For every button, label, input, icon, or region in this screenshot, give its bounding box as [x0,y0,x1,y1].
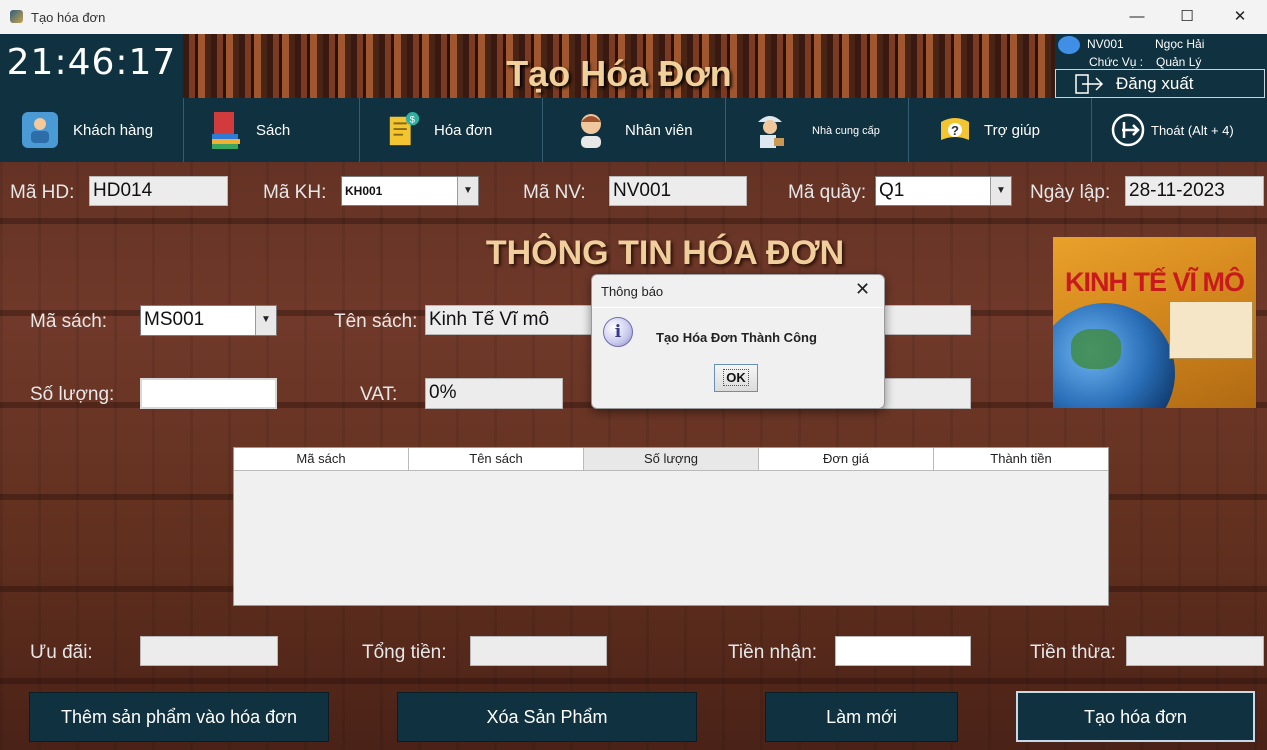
ma-quay-value: Q1 [879,180,905,201]
so-luong-label: Số lượng: [30,384,115,405]
vat-label: VAT: [360,384,398,405]
nav-item-exit[interactable]: Thoát (Alt + 4) [1092,98,1267,162]
chevron-down-icon[interactable]: ▼ [990,177,1011,205]
logout-label: Đăng xuất [1116,74,1194,93]
window-title: Tạo hóa đơn [31,10,106,25]
dialog-title: Thông báo [601,284,664,299]
tien-thua-label: Tiền thừa: [1030,642,1116,663]
nav-item-books[interactable]: Sách [184,98,360,162]
employee-icon [573,112,609,148]
column-header[interactable]: Tên sách [409,448,584,470]
nav-label: Nhà cung cấp [812,125,880,137]
ngay-lap-field[interactable]: 28-11-2023 [1125,176,1264,206]
ma-nv-field[interactable]: NV001 [609,176,747,206]
ten-sach-label: Tên sách: [334,311,418,332]
svg-text:?: ? [951,123,959,138]
user-role-label: Chức Vụ : [1089,55,1144,69]
uu-dai-field[interactable] [140,636,278,666]
ma-quay-select[interactable]: Q1 ▼ [875,176,1012,206]
clock: 21:46:17 [0,34,183,102]
user-name: Ngọc Hải [1155,37,1205,51]
nav-label: Hóa đơn [434,122,493,139]
nav-item-invoices[interactable]: $ Hóa đơn [360,98,543,162]
tien-thua-field[interactable] [1126,636,1264,666]
tien-nhan-input[interactable] [835,636,971,666]
ma-hd-field[interactable]: HD014 [89,176,228,206]
book-cover-title: KINH TẾ VĨ MÔ [1064,267,1245,297]
user-avatar-icon [1058,36,1080,54]
ngay-lap-label: Ngày lập: [1030,182,1111,203]
nav-label: Sách [256,122,291,139]
logout-button[interactable]: Đăng xuất [1055,69,1265,98]
ma-kh-value: KH001 [345,184,383,198]
ma-kh-select[interactable]: KH001 ▼ [341,176,479,206]
column-header[interactable]: Thành tiền [934,448,1108,470]
refresh-button[interactable]: Làm mới [765,692,958,742]
tien-nhan-label: Tiền nhận: [728,642,818,663]
column-header[interactable]: Mã sách [234,448,409,470]
nav-bar: Khách hàng Sách $ Hóa đơn Nhân viên Nhà … [0,98,1267,162]
nav-item-customers[interactable]: Khách hàng [0,98,184,162]
uu-dai-label: Ưu đãi: [30,642,93,663]
user-role: Quản Lý [1156,55,1202,69]
svg-text:$: $ [410,114,416,125]
nav-item-help[interactable]: ? Trợ giúp [909,98,1092,162]
logout-icon [1074,73,1108,100]
nav-item-suppliers[interactable]: Nhà cung cấp [726,98,909,162]
window-titlebar: Tạo hóa đơn — ☐ ✕ [0,0,1267,34]
ok-label: OK [723,369,749,386]
column-header[interactable]: Đơn giá [759,448,934,470]
exit-icon [1110,112,1146,148]
ma-quay-label: Mã quầy: [788,182,867,203]
column-header[interactable]: Số lượng [584,448,759,470]
minimize-button[interactable]: — [1114,0,1160,34]
create-invoice-button[interactable]: Tạo hóa đơn [1016,691,1255,742]
ma-sach-select[interactable]: MS001 ▼ [140,305,277,336]
nav-label: Khách hàng [73,122,154,139]
dialog-message: Tạo Hóa Đơn Thành Công [656,330,817,345]
vat-field[interactable]: 0% [425,378,563,409]
ma-hd-label: Mã HD: [10,182,75,203]
banner-title: Tạo Hóa Đơn [506,53,732,94]
dialog-close-button[interactable]: ✕ [855,279,870,300]
cover-graph [1169,301,1253,359]
nav-label: Trợ giúp [984,122,1040,139]
user-id: NV001 [1087,37,1124,51]
tong-tien-field[interactable] [470,636,607,666]
supplier-icon [752,112,788,148]
chevron-down-icon[interactable]: ▼ [255,306,276,335]
table-header: Mã sách Tên sách Số lượng Đơn giá Thành … [234,448,1108,471]
customer-icon [22,112,58,148]
so-luong-input[interactable] [140,378,277,409]
ok-button[interactable]: OK [714,364,758,392]
ma-sach-value: MS001 [144,309,205,330]
ten-sach-field[interactable]: Kinh Tế Vĩ mô [425,305,605,335]
nav-label: Nhân viên [625,122,693,139]
globe-land [1071,329,1121,369]
nav-label: Thoát (Alt + 4) [1151,123,1234,138]
info-icon: i [603,317,633,347]
dialog-divider [592,307,884,308]
books-icon [208,112,244,149]
chevron-down-icon[interactable]: ▼ [457,177,478,205]
ma-nv-label: Mã NV: [523,182,586,203]
close-window-button[interactable]: ✕ [1217,0,1263,34]
invoice-items-table[interactable]: Mã sách Tên sách Số lượng Đơn giá Thành … [233,447,1109,606]
app-icon [10,10,23,23]
nav-item-employees[interactable]: Nhân viên [543,98,726,162]
notification-dialog: Thông báo ✕ i Tạo Hóa Đơn Thành Công OK [591,274,885,409]
invoice-icon: $ [386,112,422,148]
book-cover-image: KINH TẾ VĨ MÔ [1053,237,1256,408]
ma-kh-label: Mã KH: [263,182,327,203]
delete-product-button[interactable]: Xóa Sản Phẩm [397,692,697,742]
ma-sach-label: Mã sách: [30,311,108,332]
user-panel: NV001 Ngọc Hải Chức Vụ : Quản Lý Đăng xu… [1055,34,1267,98]
add-product-button[interactable]: Thêm sản phẩm vào hóa đơn [29,692,329,742]
help-icon: ? [937,112,973,148]
maximize-button[interactable]: ☐ [1164,0,1210,34]
tong-tien-label: Tổng tiền: [362,642,447,663]
